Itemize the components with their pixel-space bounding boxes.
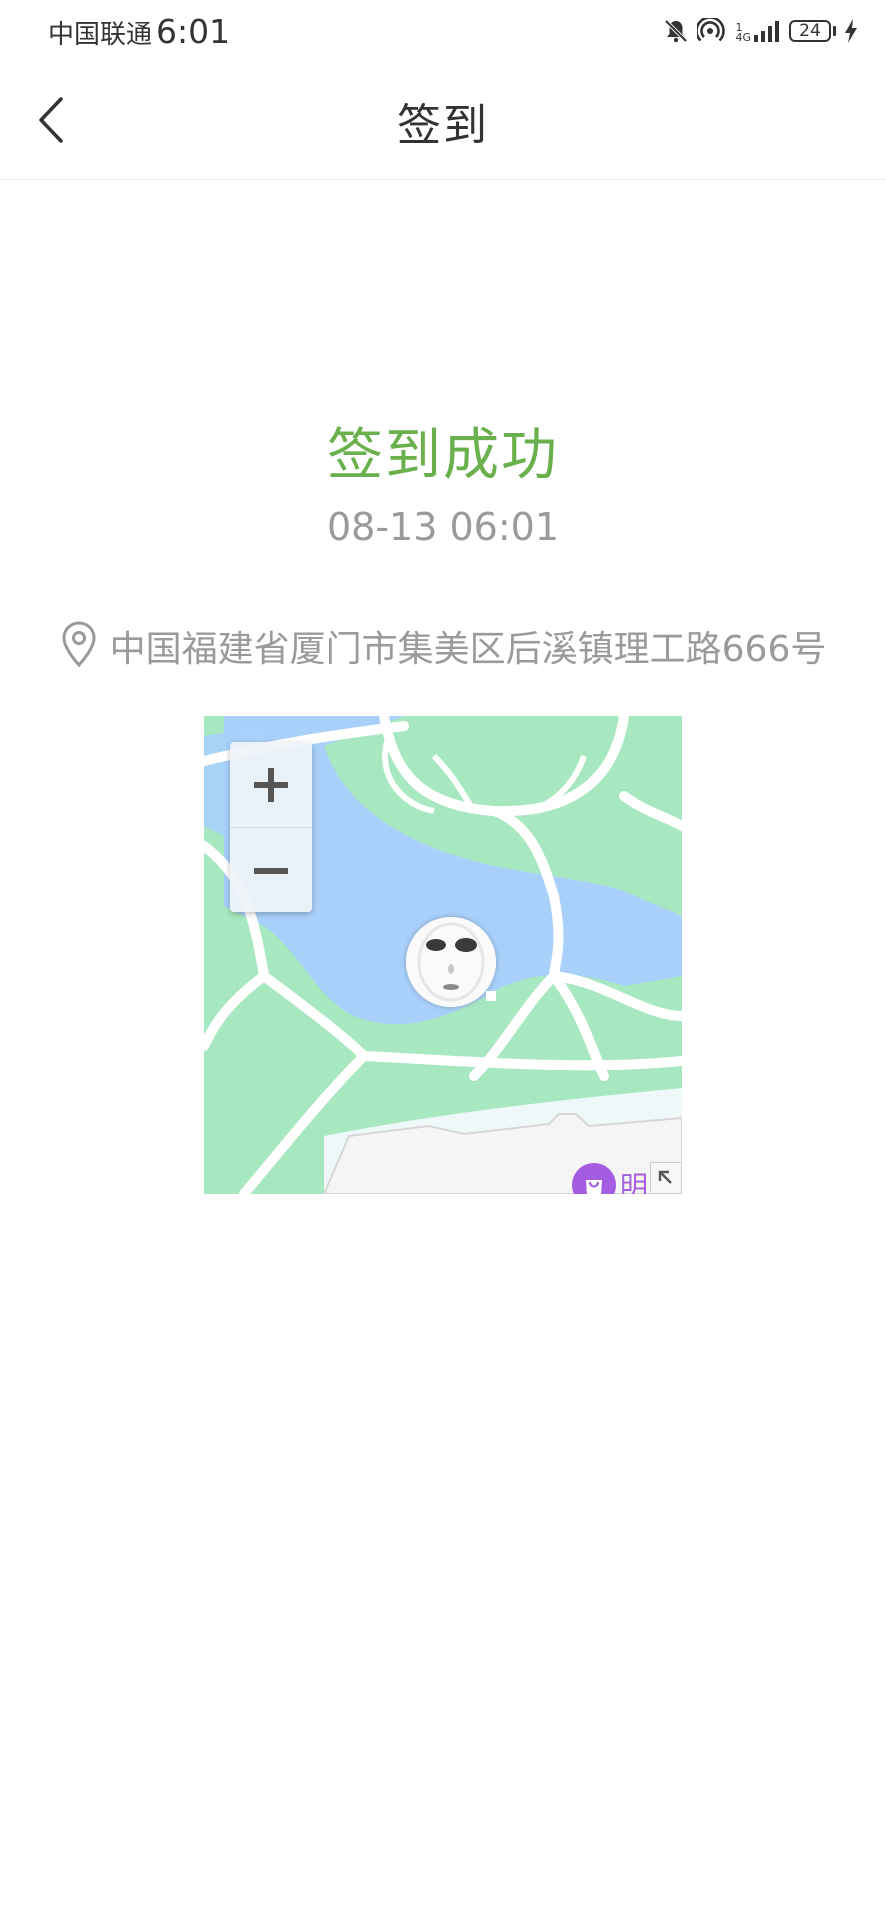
battery-level: 24 (789, 20, 831, 42)
battery-icon: 24 (789, 20, 836, 42)
zoom-in-button[interactable] (230, 742, 312, 827)
network-type: 4G (735, 31, 751, 44)
map-poi[interactable]: 明 (572, 1163, 648, 1194)
charging-icon (844, 18, 858, 44)
expand-arrow-icon (658, 1170, 672, 1184)
poi-label: 明 (620, 1170, 649, 1194)
status-time: 6:01 (156, 11, 231, 51)
mute-bell-icon (663, 18, 689, 44)
status-left: 中国联通 6:01 (48, 12, 230, 51)
plus-icon (254, 767, 288, 802)
location-map[interactable]: 明 (204, 716, 682, 1194)
hotspot-icon (697, 18, 727, 44)
location-row: 中国福建省厦门市集美区后溪镇理工路666号 (0, 620, 886, 672)
checkin-time: 08-13 06:01 (326, 505, 559, 549)
shopping-bag-icon (572, 1163, 616, 1194)
map-expand-button[interactable] (650, 1162, 682, 1194)
status-icons: 1 4G 24 (663, 18, 858, 44)
carrier-name: 中国联通 (48, 19, 153, 50)
status-bar: 中国联通 6:01 1 4G 24 (0, 0, 886, 62)
location-dot-icon (486, 991, 496, 1001)
zoom-control (230, 742, 312, 912)
user-location-avatar[interactable] (406, 917, 496, 1007)
page-title: 签到 (397, 100, 489, 151)
nav-bar: 签到 (0, 62, 886, 180)
signal-icon: 1 4G (735, 19, 781, 43)
zoom-out-button[interactable] (230, 828, 312, 913)
minus-icon (254, 867, 288, 874)
face-avatar-image (406, 917, 496, 1007)
location-pin-icon (60, 620, 98, 672)
location-address: 中国福建省厦门市集美区后溪镇理工路666号 (109, 629, 827, 670)
checkin-success-title: 签到成功 (327, 423, 559, 488)
